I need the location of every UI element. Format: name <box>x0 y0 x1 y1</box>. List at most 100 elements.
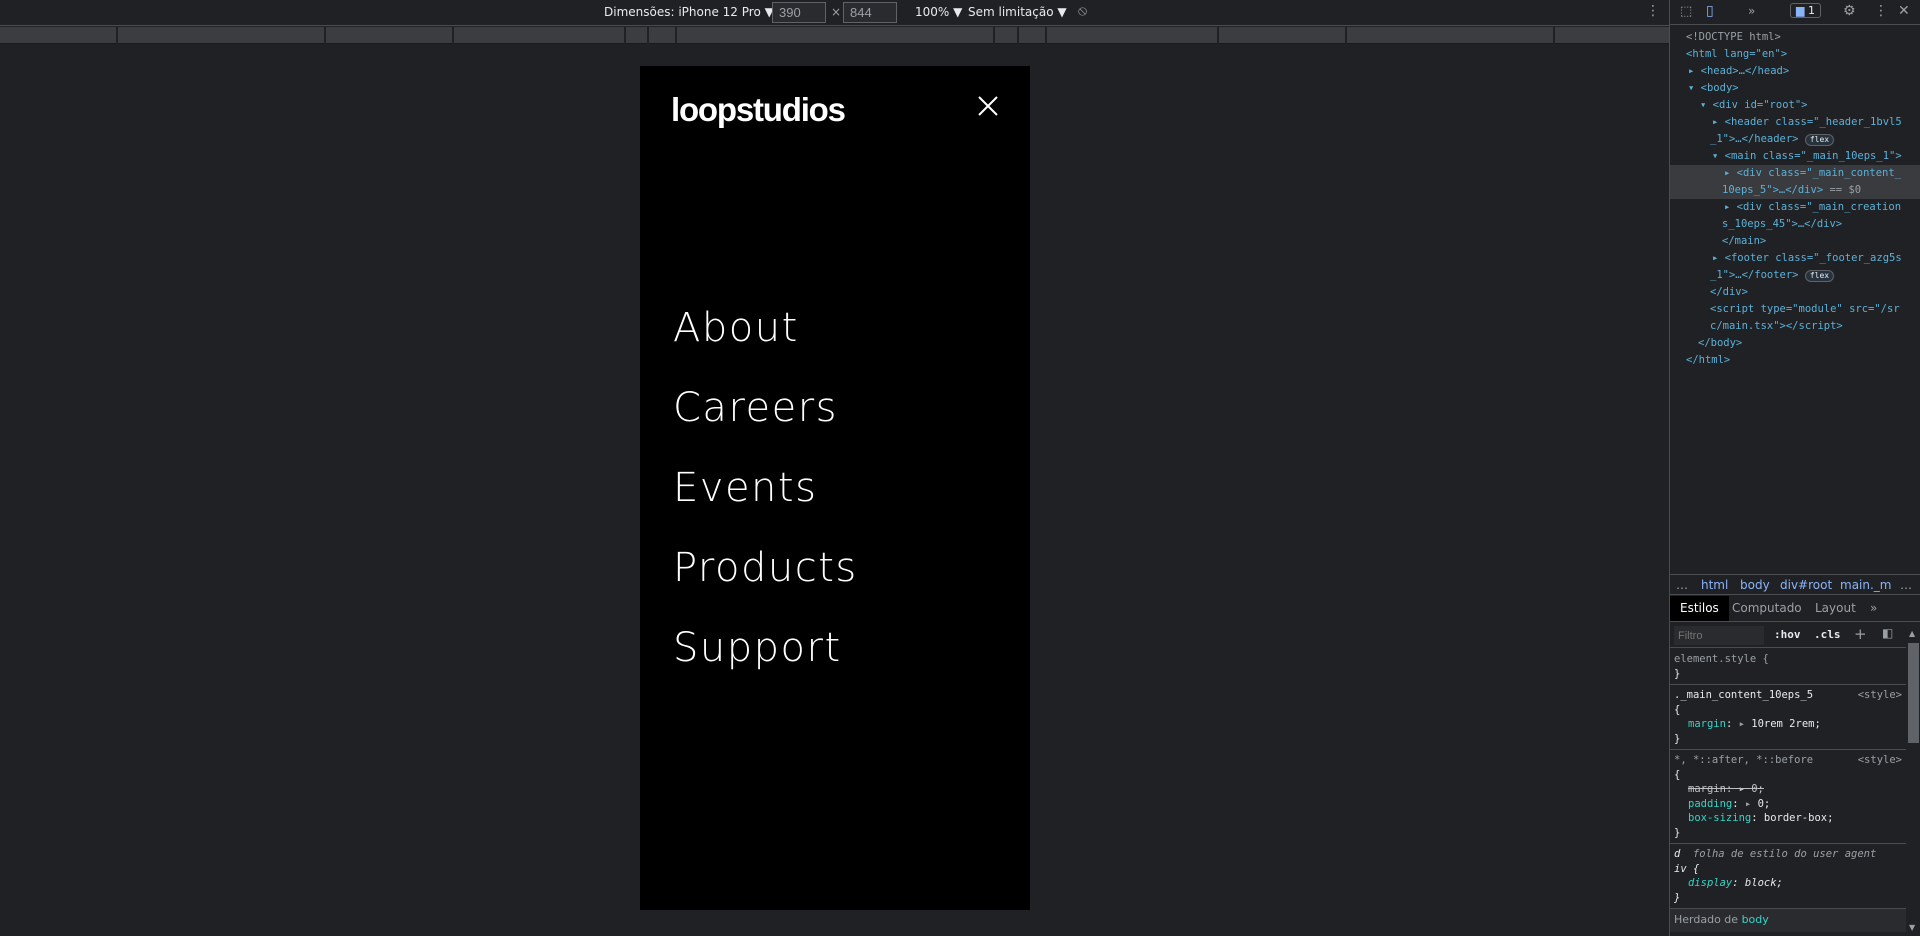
elements-tree[interactable]: <!DOCTYPE html> <html lang="en"> ▸ <head… <box>1670 29 1920 369</box>
rule-source[interactable]: <style> <box>1858 753 1902 768</box>
scrollbar-thumb[interactable] <box>1908 643 1919 743</box>
rotate-icon[interactable]: ⦸ <box>1078 3 1087 19</box>
style-declaration[interactable]: padding: ▸ 0; <box>1674 797 1902 812</box>
style-rule-universal: *, *::after, *::before <style> { margin:… <box>1670 750 1906 844</box>
logo[interactable]: loopstudios <box>671 91 846 129</box>
breadcrumb-overflow-end[interactable]: … <box>1900 578 1912 592</box>
media-query-bar[interactable] <box>0 27 1669 44</box>
tree-node[interactable]: <html lang="en"> <box>1670 46 1920 63</box>
property-value: border-box; <box>1763 812 1834 824</box>
tree-node[interactable]: ▸ <div class="_main_creation <box>1670 199 1920 216</box>
tree-node[interactable]: </html> <box>1670 352 1920 369</box>
cls-toggle[interactable]: .cls <box>1814 628 1841 641</box>
tree-node[interactable]: s_10eps_45">…</div> <box>1670 216 1920 233</box>
property-value: block; <box>1744 877 1783 889</box>
flex-badge[interactable]: flex <box>1804 270 1835 282</box>
settings-icon[interactable]: ⚙ <box>1843 3 1856 19</box>
hov-toggle[interactable]: :hov <box>1774 628 1801 641</box>
tree-node-label: <body> <box>1700 82 1739 94</box>
style-rule-user-agent: d folha de estilo do user agent iv { dis… <box>1670 844 1906 909</box>
tree-node[interactable]: ▾ <main class="_main_10eps_1"> <box>1670 148 1920 165</box>
tree-node-selected[interactable]: ▸ <div class="_main_content_ <box>1670 165 1920 182</box>
nav-link-about[interactable]: About <box>673 288 858 368</box>
close-menu-icon[interactable] <box>976 94 1000 118</box>
tree-node[interactable]: </main> <box>1670 233 1920 250</box>
property-name: margin <box>1688 718 1726 730</box>
rule-selector: iv { <box>1674 862 1700 875</box>
breadcrumb-body[interactable]: body <box>1740 578 1770 592</box>
kebab-icon[interactable]: ⋮ <box>1874 3 1888 19</box>
rule-brace: } <box>1674 891 1681 904</box>
tree-node[interactable]: ▸ <head>…</head> <box>1670 63 1920 80</box>
device-toggle-icon[interactable]: ▯ <box>1706 3 1714 19</box>
tree-node[interactable]: ▾ <body> <box>1670 80 1920 97</box>
tree-node[interactable]: ▸ <footer class="_footer_azg5s <box>1670 250 1920 267</box>
breadcrumb-html[interactable]: html <box>1701 578 1728 592</box>
tree-node[interactable]: _1">…</header> flex <box>1670 131 1920 148</box>
tab-layout[interactable]: Layout <box>1815 601 1856 615</box>
scroll-up-icon[interactable]: ▲ <box>1909 629 1915 638</box>
dimension-separator: × <box>831 5 842 19</box>
property-value: 0; <box>1757 797 1771 810</box>
devtools-panel: ⬚ ▯ » ▆ 1 ⚙ ⋮ ✕ <!DOCTYPE html> <html la… <box>1669 0 1920 936</box>
more-tabs-icon[interactable]: » <box>1748 4 1755 18</box>
nav-link-support[interactable]: Support <box>673 608 858 688</box>
tree-node[interactable]: ▸ <header class="_header_1bvl5 <box>1670 114 1920 131</box>
tree-node[interactable]: <script type="module" src="/sr <box>1670 301 1920 318</box>
style-declaration: display: block; <box>1688 877 1783 889</box>
rule-selector: element.style { <box>1674 653 1769 665</box>
rule-brace: } <box>1674 826 1681 839</box>
device-viewport: loopstudios About Careers Events Product… <box>640 66 1030 910</box>
tree-node-selected[interactable]: 10eps_5">…</div> == $0 <box>1670 182 1920 199</box>
tree-node-label: <div id="root"> <box>1712 99 1808 111</box>
close-devtools-icon[interactable]: ✕ <box>1898 3 1910 19</box>
tree-node[interactable]: c/main.tsx"></script> <box>1670 318 1920 335</box>
tree-node[interactable]: _1">…</footer> flex <box>1670 267 1920 284</box>
rule-brace: } <box>1674 667 1681 680</box>
tree-node[interactable]: <!DOCTYPE html> <box>1670 29 1920 46</box>
tree-node-label: _1">…</header> <box>1710 133 1799 145</box>
throttle-select[interactable]: Sem limitação ▼ <box>968 5 1067 19</box>
issues-button[interactable]: ▆ 1 <box>1790 3 1821 18</box>
tree-node-label: <footer class="_footer_azg5s <box>1724 252 1902 264</box>
inherited-element-link[interactable]: body <box>1742 913 1769 926</box>
tab-more[interactable]: » <box>1870 601 1877 615</box>
tree-node-label: <header class="_header_1bvl5 <box>1724 116 1902 128</box>
styles-tabs: Estilos Computado Layout » <box>1670 596 1920 622</box>
zoom-select[interactable]: 100% ▼ <box>915 5 962 19</box>
nav-link-events[interactable]: Events <box>673 448 858 528</box>
rule-source: folha de estilo do user agent <box>1692 848 1877 860</box>
breadcrumb-main[interactable]: main._ma <box>1840 578 1892 592</box>
style-declaration[interactable]: box-sizing: border-box; <box>1674 811 1902 826</box>
device-select[interactable]: Dimensões: iPhone 12 Pro ▼ <box>604 5 774 19</box>
devtools-toolbar: ⬚ ▯ » ▆ 1 ⚙ ⋮ ✕ <box>1670 0 1920 25</box>
toggle-sidebar-icon[interactable]: ◧ <box>1882 626 1893 640</box>
viewport-height-input[interactable] <box>843 2 897 23</box>
rule-brace: { <box>1674 703 1681 716</box>
tree-node[interactable]: </body> <box>1670 335 1920 352</box>
rule-brace: { <box>1674 768 1681 781</box>
style-declaration-overridden[interactable]: margin: ▸ 0; <box>1674 782 1902 797</box>
style-declaration[interactable]: margin: ▸ 10rem 2rem; <box>1674 717 1902 732</box>
tab-estilos[interactable]: Estilos <box>1670 596 1729 621</box>
tree-node[interactable]: ▾ <div id="root"> <box>1670 97 1920 114</box>
rule-source[interactable]: <style> <box>1858 688 1902 703</box>
nav-link-careers[interactable]: Careers <box>673 368 858 448</box>
breadcrumb-overflow[interactable]: … <box>1676 578 1688 592</box>
nav-link-products[interactable]: Products <box>673 528 858 608</box>
viewport-width-input[interactable] <box>772 2 826 23</box>
inspect-icon[interactable]: ⬚ <box>1680 4 1692 19</box>
flex-badge[interactable]: flex <box>1804 134 1835 146</box>
scroll-down-icon[interactable]: ▼ <box>1909 923 1915 932</box>
tab-computado[interactable]: Computado <box>1732 601 1802 615</box>
add-rule-icon[interactable]: + <box>1854 625 1867 643</box>
style-rule-element: element.style { } <box>1670 649 1906 685</box>
property-value: 10rem 2rem; <box>1751 718 1821 730</box>
more-options-icon[interactable]: ⋮ <box>1646 3 1660 19</box>
tree-node-label: <head>…</head> <box>1700 65 1790 77</box>
mobile-nav: About Careers Events Products Support <box>673 288 858 688</box>
styles-scrollbar[interactable]: ▲ ▼ <box>1906 623 1920 936</box>
tree-node[interactable]: </div> <box>1670 284 1920 301</box>
breadcrumb-root[interactable]: div#root <box>1780 578 1832 592</box>
filter-input[interactable] <box>1674 626 1764 645</box>
